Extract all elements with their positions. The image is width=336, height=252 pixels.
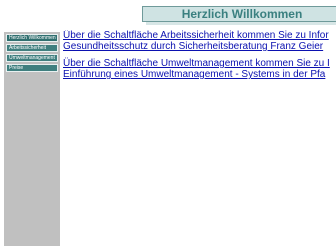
header-banner: Herzlich Willkommen: [142, 6, 336, 22]
main-content: Über die Schaltfläche Arbeitssicherheit …: [63, 30, 336, 86]
sidebar-item-preise[interactable]: Preise: [6, 64, 58, 72]
page: Herzlich Willkommen Herzlich Willkommen …: [0, 0, 336, 252]
intro-paragraph-arbeitssicherheit: Über die Schaltfläche Arbeitssicherheit …: [63, 30, 336, 52]
header-shadow: [146, 22, 336, 25]
sidebar-item-umweltmanagement[interactable]: Umweltmanagement: [6, 54, 58, 62]
intro-paragraph-umweltmanagement: Über die Schaltfläche Umweltmanagement k…: [63, 58, 336, 80]
sidebar-item-arbeitssicherheit[interactable]: Arbeitssicherheit: [6, 44, 58, 52]
sidebar: Herzlich Willkommen Arbeitssicherheit Um…: [4, 32, 60, 246]
paragraph-line[interactable]: Über die Schaltfläche Umweltmanagement k…: [63, 58, 336, 69]
paragraph-line[interactable]: Über die Schaltfläche Arbeitssicherheit …: [63, 30, 336, 41]
paragraph-line[interactable]: Einführung eines Umweltmanagement - Syst…: [63, 69, 336, 80]
page-title: Herzlich Willkommen: [181, 7, 303, 21]
sidebar-item-herzlich-willkommen[interactable]: Herzlich Willkommen: [6, 34, 58, 42]
paragraph-line[interactable]: Gesundheitsschutz durch Sicherheitsberat…: [63, 41, 336, 52]
